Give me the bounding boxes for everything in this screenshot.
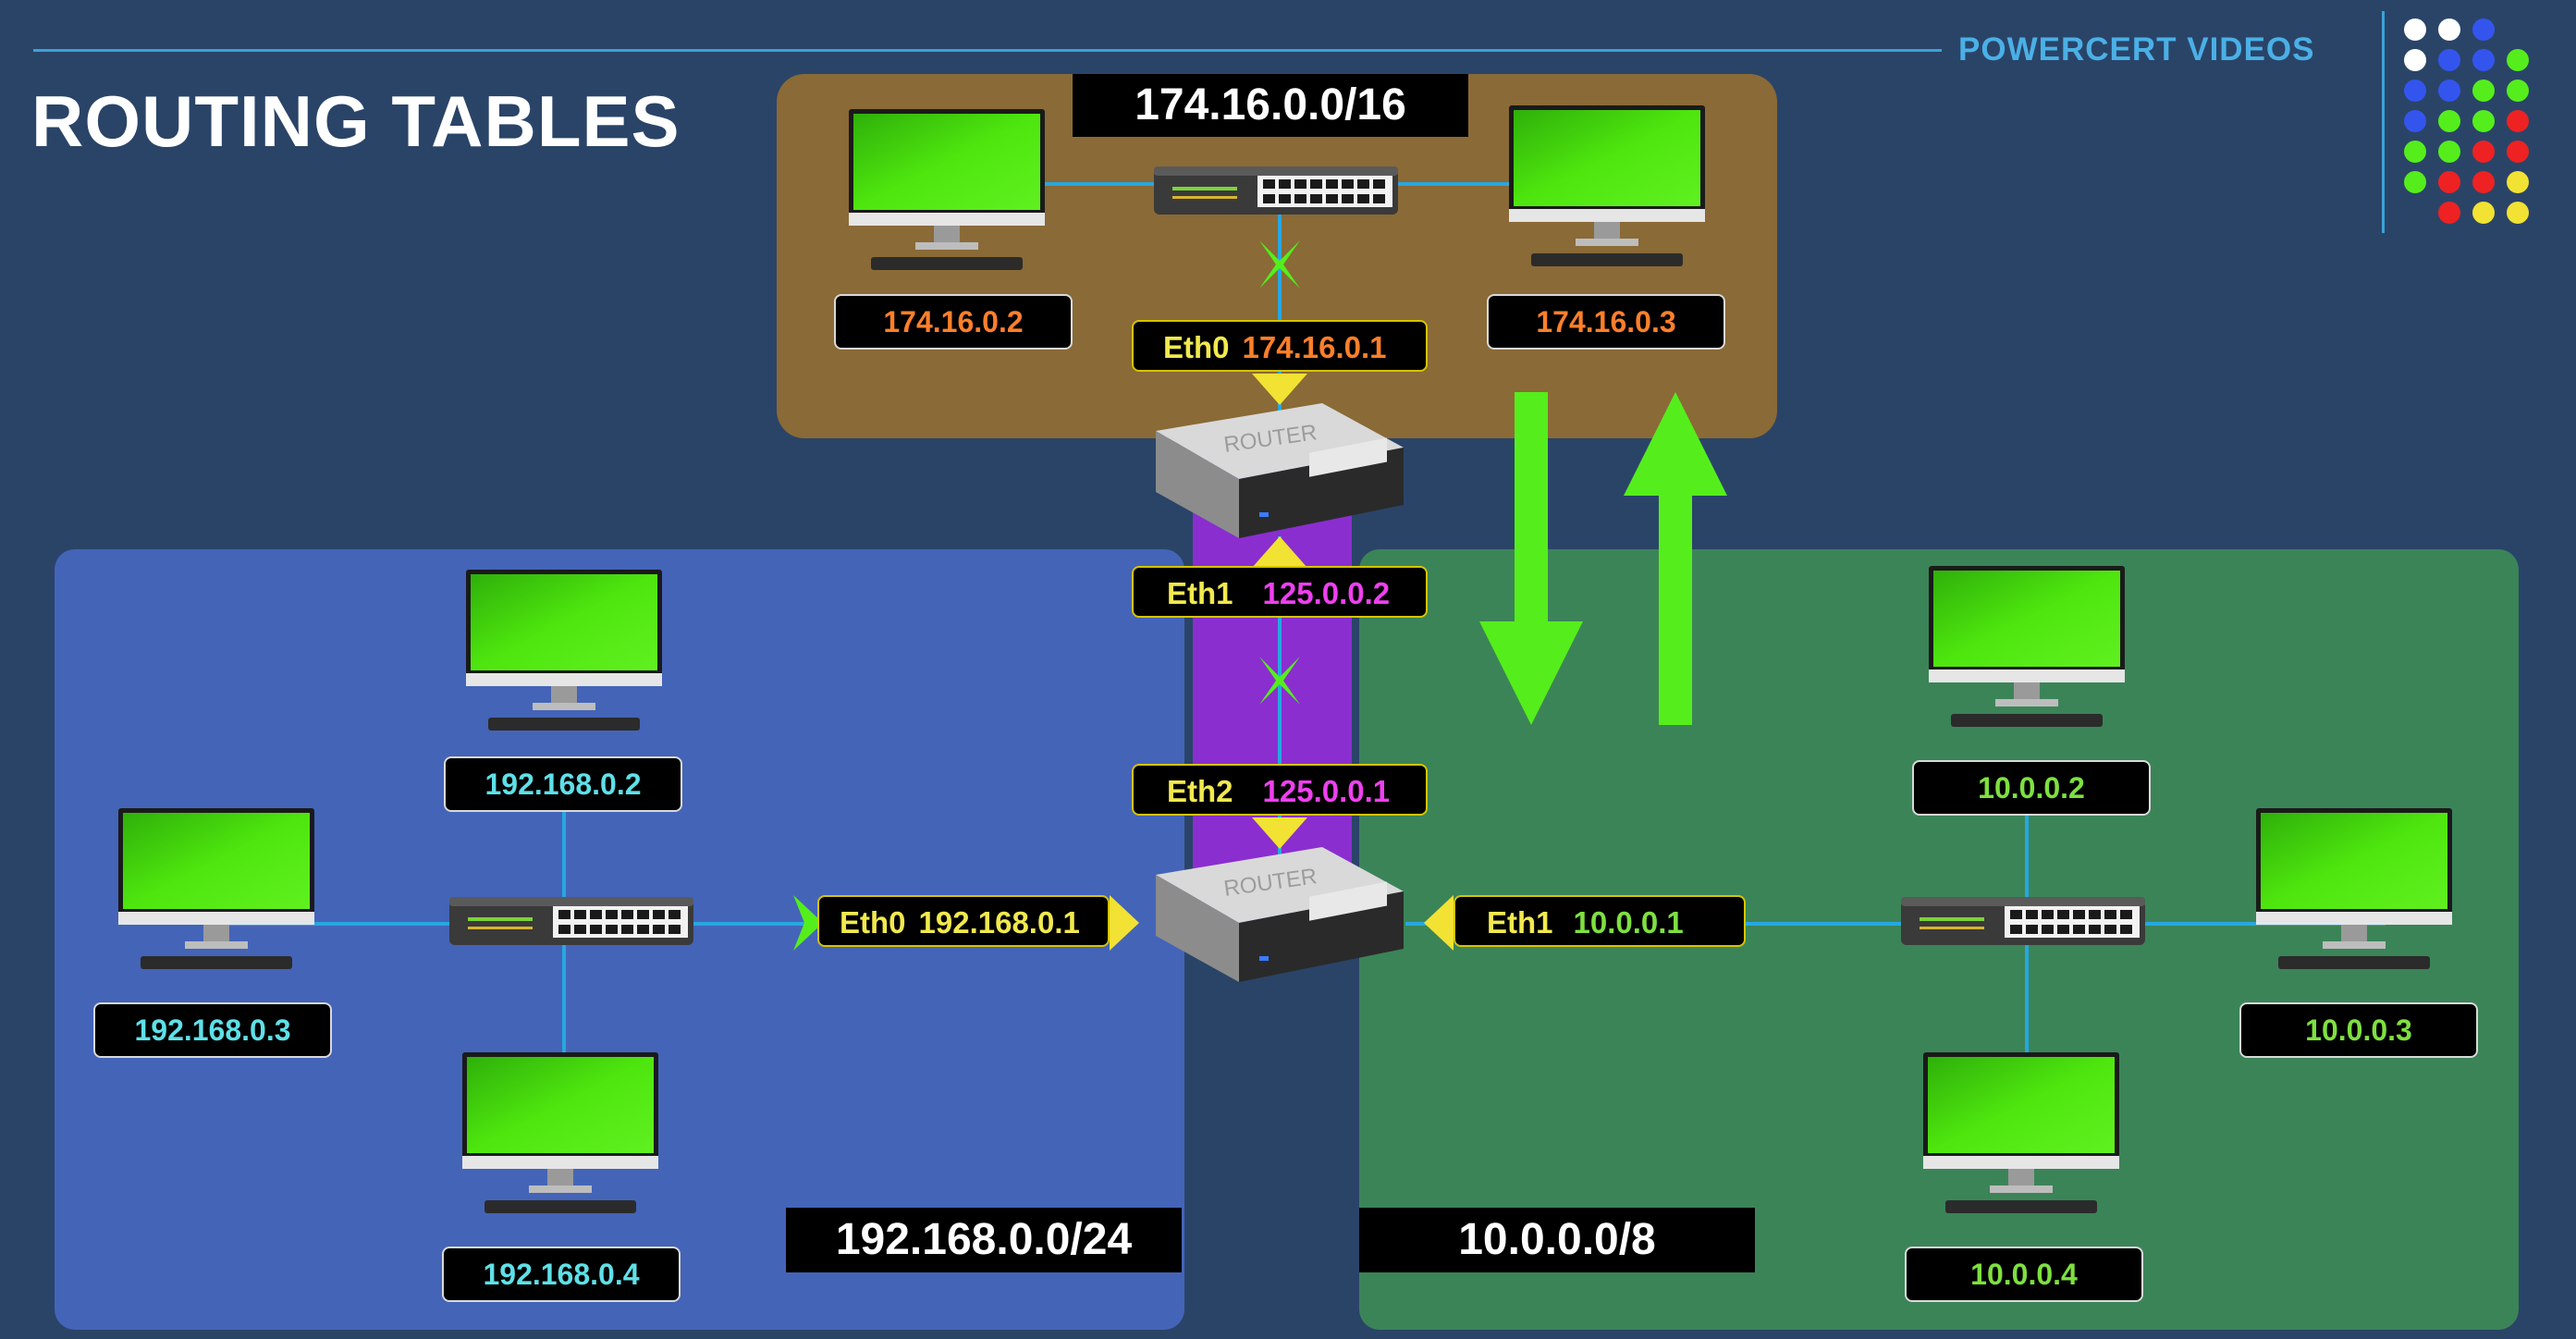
computer-icon xyxy=(466,570,662,731)
logo-dot xyxy=(2472,18,2495,41)
port-name: Eth1 xyxy=(1487,905,1553,940)
host-ip-label: 10.0.0.4 xyxy=(1905,1247,2143,1302)
header-rule xyxy=(33,49,1942,52)
port-ip: 10.0.0.1 xyxy=(1573,905,1684,940)
logo-dot xyxy=(2472,141,2495,163)
logo-dot xyxy=(2507,141,2529,163)
logo-dot xyxy=(2472,80,2495,102)
logo-dot xyxy=(2404,80,2426,102)
computer-icon xyxy=(1929,566,2125,727)
logo-dot xyxy=(2507,80,2529,102)
router-icon: ROUTER xyxy=(1156,403,1404,538)
logo-dot xyxy=(2438,49,2460,71)
logo-dot xyxy=(2438,18,2460,41)
traffic-arrow-icon xyxy=(1624,392,1727,725)
brand-name: POWERCERT VIDEOS xyxy=(1958,31,2315,68)
logo-dot xyxy=(2438,80,2460,102)
logo-dot xyxy=(2472,110,2495,132)
logo-dot xyxy=(2438,202,2460,224)
logo-dot xyxy=(2472,171,2495,193)
network-address-right: 10.0.0.0/8 xyxy=(1359,1208,1755,1272)
logo-dot xyxy=(2438,110,2460,132)
logo-dot xyxy=(2404,110,2426,132)
logo-dot xyxy=(2438,171,2460,193)
host-ip-label: 174.16.0.3 xyxy=(1487,294,1725,350)
logo-dot xyxy=(2507,171,2529,193)
logo-dot xyxy=(2507,49,2529,71)
port-ip: 174.16.0.1 xyxy=(1242,330,1387,364)
router-bottom-eth1-label: Eth1 10.0.0.1 xyxy=(1454,895,1746,947)
port-ip: 125.0.0.2 xyxy=(1262,576,1391,610)
computer-icon xyxy=(849,109,1045,270)
network-address-left: 192.168.0.0/24 xyxy=(786,1208,1182,1272)
powercert-logo-icon xyxy=(2404,18,2543,231)
port-ip: 192.168.0.1 xyxy=(918,905,1080,940)
logo-dot xyxy=(2507,110,2529,132)
host-ip-label: 10.0.0.2 xyxy=(1912,760,2151,816)
router-top-eth0-label: Eth0 174.16.0.1 xyxy=(1132,320,1428,372)
logo-dot xyxy=(2404,141,2426,163)
computer-icon xyxy=(118,808,314,969)
port-pointer-icon xyxy=(1424,895,1454,951)
computer-icon xyxy=(2256,808,2452,969)
logo-dot xyxy=(2472,49,2495,71)
host-ip-label: 10.0.0.3 xyxy=(2239,1002,2478,1058)
router-icon: ROUTER xyxy=(1156,847,1404,982)
host-ip-label: 192.168.0.2 xyxy=(444,756,682,812)
link-activity-icon xyxy=(1259,657,1300,705)
logo-dot xyxy=(2507,202,2529,224)
host-ip-label: 192.168.0.4 xyxy=(442,1247,681,1302)
port-pointer-icon xyxy=(1252,817,1307,849)
port-name: Eth0 xyxy=(840,905,906,940)
computer-icon xyxy=(1509,105,1705,266)
port-ip: 125.0.0.1 xyxy=(1262,774,1391,808)
port-name: Eth0 xyxy=(1163,330,1230,364)
logo-dot xyxy=(2472,202,2495,224)
router-bottom-eth0-label: Eth0 192.168.0.1 xyxy=(817,895,1110,947)
router-bottom-eth2-label: Eth2 125.0.0.1 xyxy=(1132,764,1428,816)
host-ip-label: 174.16.0.2 xyxy=(834,294,1073,350)
router-top-eth1-label: Eth1 125.0.0.2 xyxy=(1132,566,1428,618)
port-pointer-icon xyxy=(1252,374,1307,405)
logo-dot xyxy=(2404,49,2426,71)
switch-icon xyxy=(1154,166,1398,215)
link-activity-icon xyxy=(1259,240,1300,289)
logo-dot xyxy=(2404,171,2426,193)
switch-icon xyxy=(1901,897,2145,945)
port-pointer-icon xyxy=(1110,895,1139,951)
traffic-arrow-icon xyxy=(1479,392,1583,725)
network-address-top: 174.16.0.0/16 xyxy=(1073,74,1468,137)
computer-icon xyxy=(462,1052,658,1213)
logo-dot xyxy=(2438,141,2460,163)
port-name: Eth2 xyxy=(1167,774,1233,808)
switch-icon xyxy=(449,897,693,945)
host-ip-label: 192.168.0.3 xyxy=(93,1002,332,1058)
page-title: ROUTING TABLES xyxy=(31,80,681,162)
logo-dot xyxy=(2404,18,2426,41)
port-name: Eth1 xyxy=(1167,576,1233,610)
computer-icon xyxy=(1923,1052,2119,1213)
brand-divider xyxy=(2382,11,2385,233)
